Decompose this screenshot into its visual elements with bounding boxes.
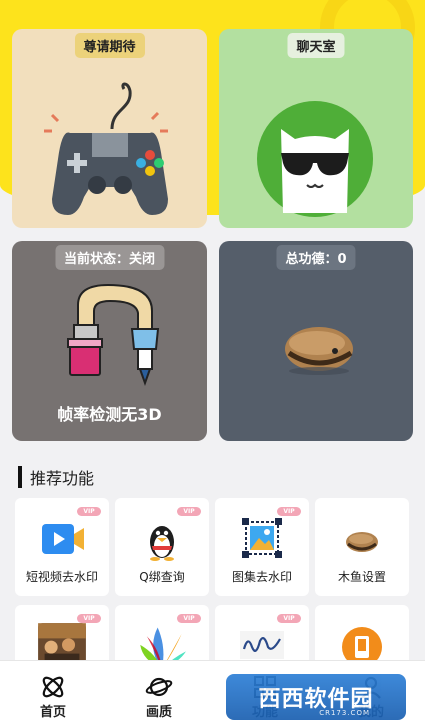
nav-label: 画质 xyxy=(145,705,172,720)
status-caption: 帧率检测无3D xyxy=(57,405,162,424)
tile-label: 短视频去水印 xyxy=(25,570,98,584)
section-title: 推荐功能 xyxy=(18,465,94,489)
wooden-fish-icon[interactable] xyxy=(219,241,413,441)
tile-wooden-fish-settings[interactable]: 木鱼设置 xyxy=(315,498,409,596)
tile-label: 木鱼设置 xyxy=(337,570,386,584)
image-crop-icon xyxy=(242,518,282,558)
vip-badge: VIP xyxy=(277,507,301,516)
tile-label: Q绑查询 xyxy=(139,570,185,584)
nav-home[interactable]: 首页 xyxy=(0,661,106,726)
site-watermark-logo: 西西软件园 CR173.COM xyxy=(226,674,406,720)
tile-qq-lookup[interactable]: VIP Q绑查询 xyxy=(115,498,209,596)
tile-album-watermark[interactable]: VIP 图集去水印 xyxy=(215,498,309,596)
watermark-subtext: CR173.COM xyxy=(319,709,370,717)
gamepad-icon xyxy=(44,82,168,215)
tile-video-watermark[interactable]: VIP 短视频去水印 xyxy=(15,498,109,596)
card-status[interactable]: 当前状态：关闭 帧率检测无3D xyxy=(12,241,207,441)
video-camera-icon xyxy=(42,524,84,554)
vip-badge: VIP xyxy=(77,507,101,516)
penguin-icon xyxy=(150,526,174,561)
card-merit[interactable]: 总功德：0 xyxy=(219,241,413,441)
card-chat-room[interactable]: 聊天室 xyxy=(219,29,413,228)
planet-icon xyxy=(145,677,173,697)
paint-brush-icon xyxy=(67,283,160,386)
card-coming-soon[interactable]: 尊请期待 xyxy=(12,29,207,228)
section-title-text: 推荐功能 xyxy=(30,469,95,488)
cool-cat-icon xyxy=(257,101,373,217)
nav-quality[interactable]: 画质 xyxy=(106,661,212,726)
vip-badge: VIP xyxy=(277,614,301,623)
section-title-bar xyxy=(18,466,22,488)
wooden-fish-icon xyxy=(346,532,378,552)
atom-icon xyxy=(42,676,64,698)
vip-badge: VIP xyxy=(177,507,201,516)
nav-label: 首页 xyxy=(39,705,66,720)
tile-label: 图集去水印 xyxy=(231,570,292,584)
